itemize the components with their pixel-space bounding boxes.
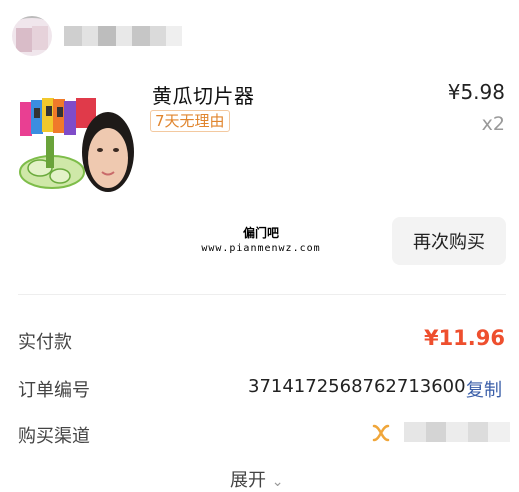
order-number-value: 3714172568762713600 [248, 376, 466, 397]
expand-label: 展开 [230, 470, 266, 491]
channel-logo-icon [372, 422, 398, 448]
shop-avatar[interactable] [12, 16, 52, 56]
purchase-channel-label: 购买渠道 [18, 426, 90, 447]
return-policy-badge: 7天无理由 [150, 110, 230, 132]
paid-amount-value: ¥11.96 [423, 326, 505, 350]
divider [18, 294, 506, 295]
chevron-down-icon: ⌄ [271, 474, 284, 490]
expand-toggle[interactable]: 展开 ⌄ [230, 466, 283, 492]
paid-amount-label: 实付款 [18, 332, 72, 353]
product-title[interactable]: 黄瓜切片器 [152, 80, 255, 109]
product-quantity: x2 [481, 113, 505, 135]
copy-button[interactable]: 复制 [466, 376, 502, 402]
purchase-channel-value-blurred [404, 422, 510, 442]
shop-name-blurred[interactable] [64, 26, 182, 46]
watermark: 偏门吧 www.pianmenwz.com [196, 224, 326, 254]
rebuy-button[interactable]: 再次购买 [392, 217, 506, 265]
product-price: ¥5.98 [447, 80, 505, 104]
watermark-url: www.pianmenwz.com [201, 243, 321, 254]
order-number-label: 订单编号 [18, 380, 90, 401]
watermark-name: 偏门吧 [242, 226, 279, 240]
product-image[interactable] [16, 96, 134, 198]
